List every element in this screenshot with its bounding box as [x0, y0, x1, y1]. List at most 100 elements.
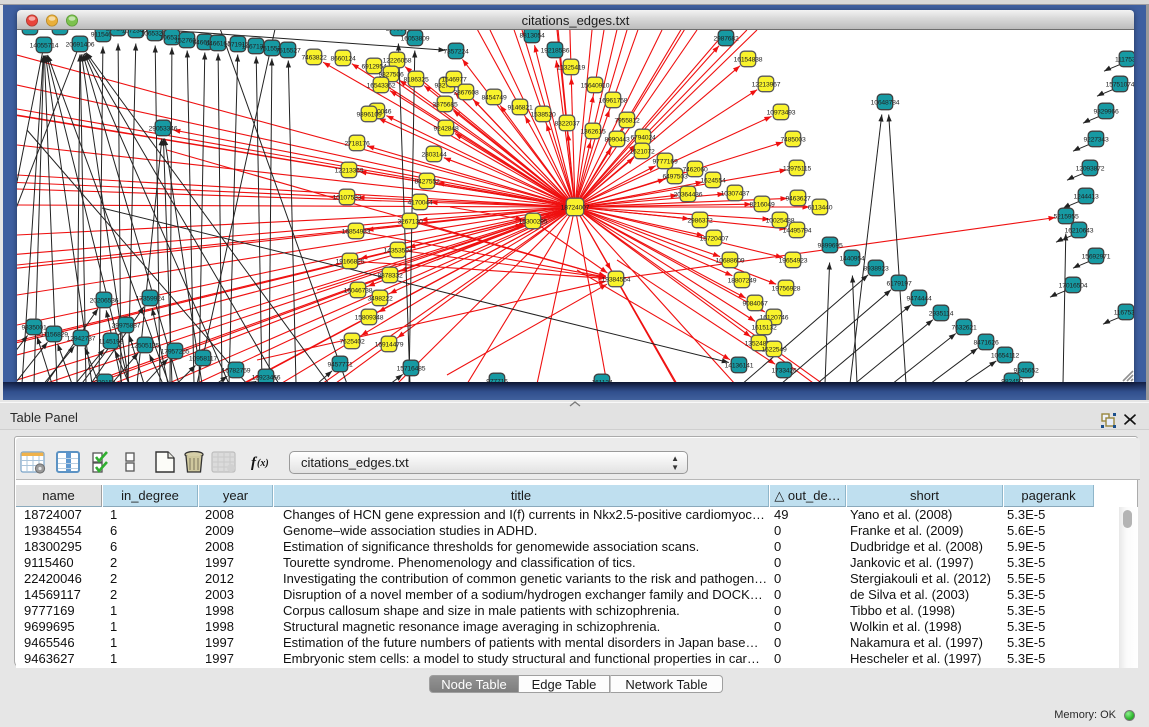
- svg-text:8216049: 8216049: [749, 201, 774, 208]
- svg-text:7462060: 7462060: [682, 166, 707, 173]
- svg-text:14495794: 14495794: [783, 227, 812, 234]
- svg-text:17016504: 17016504: [1059, 282, 1088, 289]
- svg-text:15751074: 15751074: [1106, 81, 1134, 88]
- svg-text:2867608: 2867608: [453, 89, 478, 96]
- svg-text:9084067: 9084067: [742, 300, 767, 307]
- svg-text:15716485: 15716485: [397, 365, 426, 372]
- svg-text:10688609: 10688609: [716, 257, 745, 264]
- svg-text:10107533: 10107533: [333, 194, 362, 201]
- svg-text:8878332: 8878332: [377, 272, 402, 279]
- svg-text:10973493: 10973493: [767, 109, 796, 116]
- svg-text:9835001: 9835001: [21, 324, 46, 331]
- svg-text:12213967: 12213967: [752, 81, 781, 88]
- svg-text:3498222: 3498222: [367, 295, 392, 302]
- svg-text:9457771: 9457771: [327, 361, 352, 368]
- svg-text:6497503: 6497503: [662, 173, 687, 180]
- svg-text:15809348: 15809348: [355, 314, 384, 321]
- svg-text:1145193: 1145193: [99, 338, 124, 345]
- svg-text:8322037: 8322037: [554, 120, 579, 127]
- svg-text:11156829: 11156829: [40, 331, 68, 338]
- svg-text:10307437: 10307437: [721, 190, 750, 197]
- svg-text:10648784: 10648784: [871, 99, 900, 106]
- svg-text:17957255: 17957255: [161, 348, 190, 355]
- svg-text:977716: 977716: [486, 378, 508, 382]
- svg-text:2718176: 2718176: [344, 140, 369, 147]
- svg-text:1621072: 1621072: [629, 148, 654, 155]
- svg-text:15720407: 15720407: [700, 235, 729, 242]
- svg-text:16210643: 16210643: [1065, 227, 1094, 234]
- svg-text:19166825: 19166825: [336, 258, 365, 265]
- svg-text:6179197: 6179197: [886, 280, 911, 287]
- svg-text:9899695: 9899695: [817, 242, 842, 249]
- svg-text:1522549: 1522549: [761, 346, 786, 353]
- svg-text:982450: 982450: [1001, 378, 1023, 382]
- svg-text:15692971: 15692971: [1082, 253, 1111, 260]
- svg-text:5215955: 5215955: [1053, 213, 1078, 220]
- svg-text:1538520: 1538520: [530, 111, 555, 118]
- svg-text:2069140: 2069140: [47, 30, 72, 31]
- svg-text:4170044: 4170044: [407, 199, 432, 206]
- svg-text:9463627: 9463627: [785, 195, 810, 202]
- svg-text:19654923: 19654923: [779, 257, 808, 264]
- svg-text:12505135: 12505135: [131, 342, 160, 349]
- svg-text:1615132: 1615132: [751, 324, 776, 331]
- svg-text:16543362: 16543362: [367, 82, 396, 89]
- svg-text:16914479: 16914479: [375, 341, 404, 348]
- svg-text:1440954: 1440954: [839, 255, 864, 262]
- svg-text:7632621: 7632621: [951, 324, 976, 331]
- svg-text:7955812: 7955812: [614, 117, 639, 124]
- svg-text:29975887: 29975887: [112, 322, 141, 329]
- svg-text:7463822: 7463822: [301, 54, 326, 61]
- svg-text:1546977: 1546977: [441, 76, 466, 83]
- svg-text:9896109: 9896109: [356, 111, 381, 118]
- svg-text:8990443: 8990443: [604, 136, 629, 143]
- svg-text:161134: 161134: [592, 379, 613, 382]
- svg-text:8813054: 8813054: [519, 32, 544, 39]
- svg-text:10654112: 10654112: [991, 352, 1020, 359]
- svg-text:11325419: 11325419: [557, 64, 586, 71]
- svg-text:9329966: 9329966: [1093, 108, 1118, 115]
- svg-text:3875685: 3875685: [432, 101, 457, 108]
- svg-text:20364436: 20364436: [674, 191, 703, 198]
- svg-text:1117534: 1117534: [1115, 56, 1134, 63]
- svg-text:14136141: 14136141: [725, 362, 754, 369]
- svg-text:12213369: 12213369: [335, 167, 364, 174]
- svg-text:3267130: 3267130: [397, 218, 422, 225]
- svg-text:12093872: 12093872: [1076, 165, 1105, 172]
- svg-text:8427552: 8427552: [414, 178, 439, 185]
- svg-text:2987682: 2987682: [713, 35, 738, 42]
- svg-text:14055714: 14055714: [30, 42, 59, 49]
- svg-text:16782759: 16782759: [222, 367, 251, 374]
- svg-text:20691406: 20691406: [66, 41, 95, 48]
- svg-text:7485003: 7485003: [780, 136, 805, 143]
- svg-text:16854933: 16854933: [342, 228, 371, 235]
- svg-text:19756928: 19756928: [772, 285, 801, 292]
- svg-text:16961758: 16961758: [599, 97, 628, 104]
- svg-text:2935114: 2935114: [929, 310, 954, 317]
- svg-text:1624554: 1624554: [700, 177, 725, 184]
- svg-text:20206536: 20206536: [90, 297, 119, 304]
- svg-text:1244413: 1244413: [1073, 193, 1098, 200]
- svg-text:18300295: 18300295: [519, 218, 548, 225]
- svg-text:16053809: 16053809: [401, 35, 430, 42]
- svg-text:9474444: 9474444: [906, 295, 931, 302]
- svg-text:16154838: 16154838: [734, 56, 763, 63]
- svg-text:12942737: 12942737: [67, 335, 96, 342]
- svg-text:8186325: 8186325: [403, 76, 428, 83]
- svg-text:6113440: 6113440: [808, 204, 833, 211]
- svg-text:14353594: 14353594: [384, 247, 413, 254]
- svg-text:12923466: 12923466: [252, 374, 281, 381]
- svg-text:7357224: 7357224: [443, 48, 468, 55]
- svg-text:8454749: 8454749: [481, 94, 506, 101]
- svg-text:9242848: 9242848: [433, 125, 458, 132]
- svg-text:(x): (x): [257, 458, 269, 469]
- svg-text:7515527: 7515527: [275, 47, 300, 54]
- svg-text:18724007: 18724007: [561, 204, 590, 211]
- svg-text:1362615: 1362615: [580, 128, 605, 135]
- svg-text:19218586: 19218586: [541, 47, 570, 54]
- svg-text:7625402: 7625402: [339, 338, 364, 345]
- svg-text:2803144: 2803144: [421, 151, 446, 158]
- svg-text:8660124: 8660124: [330, 55, 355, 62]
- svg-text:12975115: 12975115: [783, 165, 812, 172]
- svg-text:16046738: 16046738: [344, 287, 373, 294]
